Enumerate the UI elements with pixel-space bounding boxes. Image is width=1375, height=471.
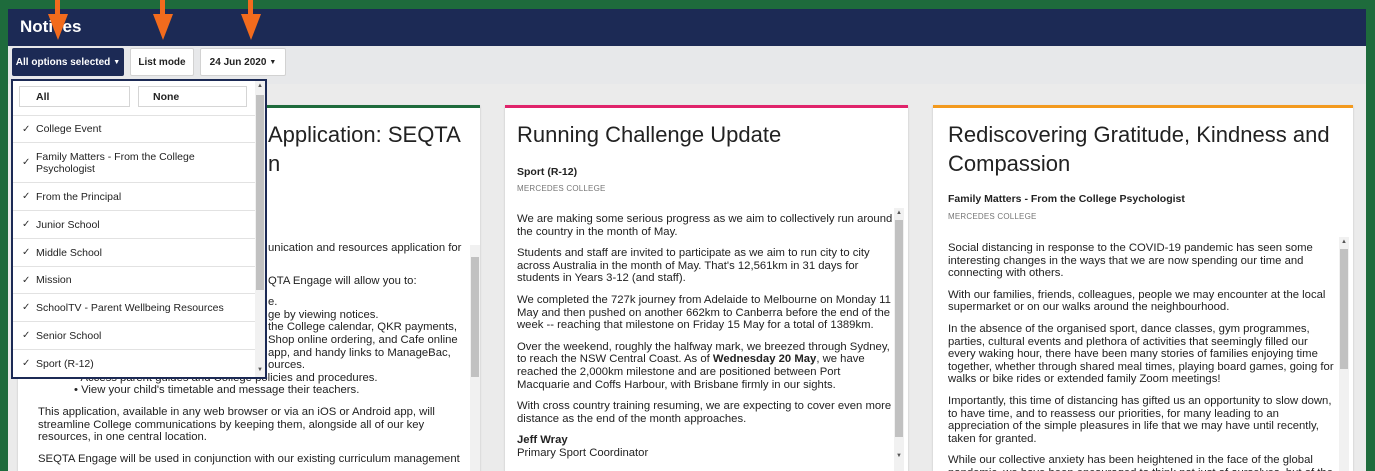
notice-category: Family Matters - From the College Psycho… (948, 193, 1185, 205)
checkmark-icon: ✓ (22, 274, 31, 286)
option-label: From the Principal (36, 190, 122, 203)
body-paragraph: Over the weekend, roughly the halfway ma… (517, 341, 893, 391)
option-label: SchoolTV - Parent Wellbeing Resources (36, 301, 224, 314)
scrollbar-thumb[interactable] (471, 257, 479, 377)
chevron-down-icon: ▼ (113, 59, 121, 66)
scroll-up-icon[interactable]: ▲ (894, 208, 904, 218)
body-paragraph: Students and staff are invited to partic… (517, 247, 870, 285)
select-none-button[interactable]: None (138, 86, 247, 107)
notice-body: We are making some serious progress as w… (517, 213, 893, 471)
checkmark-icon: ✓ (22, 219, 31, 230)
notice-body: Social distancing in response to the COV… (948, 242, 1338, 471)
app-window: Notices All options selected ▼ List mode … (8, 9, 1366, 471)
notice-title: Application: SEQTA n (268, 120, 461, 178)
body-paragraph: With cross country training resuming, we… (517, 400, 892, 425)
notice-title-line: n (268, 151, 281, 176)
body-paragraph: In the absence of the organised sport, d… (948, 322, 1334, 386)
body-paragraph: We completed the 727k journey from Adela… (517, 293, 891, 332)
body-text-bold: Wednesday 20 May (712, 353, 817, 366)
card-accent-bar (505, 105, 908, 108)
notice-card[interactable]: Running Challenge Update Sport (R-12) ME… (505, 105, 908, 471)
notice-source: MERCEDES COLLEGE (948, 212, 1037, 221)
body-paragraph: While our collective anxiety has been he… (948, 454, 1333, 471)
dropdown-option-from-the-principal[interactable]: ✓ From the Principal (13, 182, 255, 210)
option-label: Mission (36, 274, 72, 286)
scrollbar[interactable] (470, 245, 480, 471)
list-mode-button[interactable]: List mode (130, 48, 194, 76)
scrollbar[interactable]: ▲ ▼ (894, 208, 904, 471)
scrollbar-thumb[interactable] (1340, 249, 1348, 369)
body-paragraph: Social distancing in response to the COV… (948, 242, 1313, 280)
dropdown-option-senior-school[interactable]: ✓ Senior School (13, 321, 255, 349)
dropdown-option-college-event[interactable]: ✓ College Event (13, 115, 255, 142)
checkmark-icon: ✓ (22, 157, 31, 168)
checkmark-icon: ✓ (22, 358, 31, 369)
list-mode-label: List mode (138, 57, 186, 68)
dropdown-option-middle-school[interactable]: ✓ Middle School (13, 238, 255, 266)
dropdown-scrollbar[interactable]: ▲ ▼ (255, 81, 265, 377)
title-bar: Notices (8, 9, 1366, 46)
dropdown-option-family-matters[interactable]: ✓ Family Matters - From the College Psych… (13, 142, 255, 182)
dropdown-option-mission[interactable]: ✓ Mission (13, 266, 255, 293)
category-filter-button[interactable]: All options selected ▼ (12, 48, 124, 76)
checkmark-icon: ✓ (22, 330, 31, 341)
date-picker-button[interactable]: 24 Jun 2020 ▼ (200, 48, 286, 76)
notice-title: Rediscovering Gratitude, Kindness and Co… (948, 122, 1330, 176)
checkmark-icon: ✓ (22, 247, 31, 258)
body-paragraph: This application, available in any web b… (38, 405, 435, 444)
scrollbar-thumb[interactable] (256, 95, 264, 290)
notice-title-line: Application: SEQTA (268, 122, 461, 147)
option-label: College Event (36, 123, 102, 135)
notice-title: Running Challenge Update (517, 122, 782, 147)
option-label: Junior School (36, 218, 100, 231)
body-paragraph: SEQTA Engage will be used in conjunction… (38, 452, 460, 465)
scroll-up-icon[interactable]: ▲ (1339, 237, 1349, 247)
category-filter-label: All options selected (15, 57, 111, 68)
option-label: Middle School (36, 246, 102, 259)
chevron-down-icon: ▼ (269, 59, 277, 66)
body-paragraph: We are making some serious progress as w… (517, 213, 893, 238)
category-filter-dropdown: All None ✓ College Event ✓ Family Matters … (11, 79, 267, 379)
scroll-down-icon[interactable]: ▼ (255, 365, 265, 375)
signature-role: Primary Sport Coordinator (517, 446, 649, 459)
bullet-text: View your child's timetable and message … (81, 384, 360, 397)
scrollbar[interactable]: ▲ (1339, 237, 1349, 471)
dropdown-option-junior-school[interactable]: ✓ Junior School (13, 210, 255, 238)
bullet-item: • View your child's timetable and messag… (74, 384, 360, 397)
option-label: Sport (R-12) (36, 357, 94, 370)
option-label: Senior School (36, 329, 102, 342)
scroll-down-icon[interactable]: ▼ (894, 451, 904, 461)
option-label: Family Matters - From the College Psycho… (36, 150, 195, 175)
body-paragraph: Importantly, this time of distancing has… (948, 394, 1332, 445)
notice-card[interactable]: Rediscovering Gratitude, Kindness and Co… (933, 105, 1353, 471)
body-paragraph: With our families, friends, colleagues, … (948, 288, 1326, 314)
select-all-button[interactable]: All (19, 86, 130, 107)
date-label: 24 Jun 2020 (209, 57, 267, 68)
checkmark-icon: ✓ (22, 191, 31, 202)
checkmark-icon: ✓ (22, 302, 31, 313)
dropdown-option-schooltv[interactable]: ✓ SchoolTV - Parent Wellbeing Resources (13, 293, 255, 321)
dropdown-option-sport[interactable]: ✓ Sport (R-12) (13, 349, 255, 377)
notice-category: Sport (R-12) (517, 166, 578, 178)
card-accent-bar (933, 105, 1353, 108)
signature-name: Jeff Wray (517, 434, 568, 447)
notice-source: MERCEDES COLLEGE (517, 184, 606, 193)
checkmark-icon: ✓ (22, 123, 31, 135)
scrollbar-thumb[interactable] (895, 220, 903, 437)
scroll-up-icon[interactable]: ▲ (255, 81, 265, 91)
